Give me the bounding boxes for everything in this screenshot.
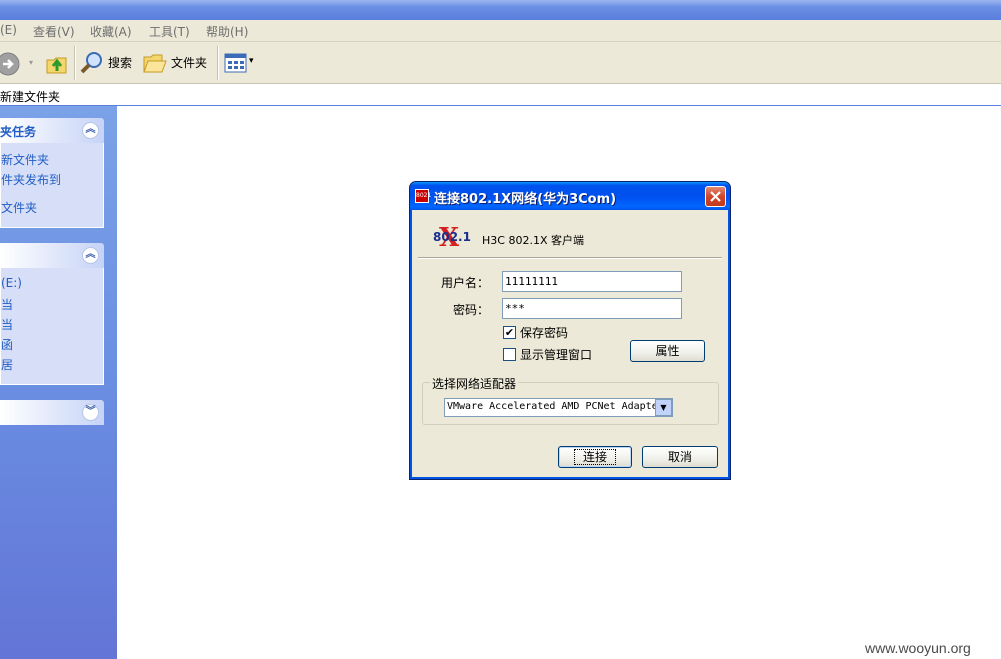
menu-view[interactable]: 查看(V) bbox=[33, 23, 75, 40]
menu-tools[interactable]: 工具(T) bbox=[149, 23, 190, 40]
other-places-body: (E:) 当 当 函 居 bbox=[0, 268, 104, 385]
place-link[interactable]: 当 bbox=[1, 296, 13, 313]
logo-number: 802.1 bbox=[433, 230, 471, 244]
place-link[interactable]: 当 bbox=[1, 316, 13, 333]
menu-edit[interactable]: (E) bbox=[0, 23, 17, 37]
dialog-title: 连接802.1X网络(华为3Com) bbox=[434, 192, 617, 207]
place-link-drive-e[interactable]: (E:) bbox=[1, 276, 22, 290]
file-folder-tasks-body: 新文件夹 件夹发布到 文件夹 bbox=[0, 143, 104, 228]
username-label: 用户名： bbox=[441, 276, 490, 290]
connect-button-label: 连接 bbox=[573, 449, 616, 465]
client-name: H3C 802.1X 客户端 bbox=[482, 234, 584, 247]
file-folder-tasks-header[interactable]: 夹任务 ︽ bbox=[0, 118, 104, 143]
up-folder-icon[interactable] bbox=[44, 50, 70, 76]
dialog-titlebar[interactable]: 8021 连接802.1X网络(华为3Com) bbox=[410, 182, 730, 210]
password-label: 密码： bbox=[453, 303, 490, 317]
username-input[interactable]: 11111111 bbox=[502, 271, 682, 292]
adapter-select[interactable]: VMware Accelerated AMD PCNet Adapter bbox=[444, 398, 673, 417]
task-pane-title: 夹任务 bbox=[0, 125, 37, 139]
collapse-chevron-icon[interactable]: ︽ bbox=[82, 122, 99, 139]
save-password-label: 保存密码 bbox=[520, 326, 569, 340]
toolbar: ▾ 搜索 文件夹 ▾ bbox=[0, 42, 1001, 84]
chevron-down-icon[interactable]: ▼ bbox=[655, 399, 672, 416]
show-admin-window-label: 显示管理窗口 bbox=[520, 348, 593, 362]
close-icon bbox=[710, 191, 721, 202]
task-link-publish-folder[interactable]: 件夹发布到 bbox=[1, 171, 61, 188]
password-input[interactable]: *** bbox=[502, 298, 682, 319]
search-button-label[interactable]: 搜索 bbox=[108, 54, 132, 71]
close-button[interactable] bbox=[705, 186, 726, 207]
task-link-new-folder[interactable]: 新文件夹 bbox=[1, 151, 49, 168]
8021x-logo: X 802.1 bbox=[433, 223, 471, 253]
address-bar: 新建文件夹 bbox=[0, 85, 1001, 106]
connect-button[interactable]: 连接 bbox=[558, 446, 632, 468]
menu-help[interactable]: 帮助(H) bbox=[206, 23, 248, 40]
watermark: www.wooyun.org bbox=[865, 640, 971, 656]
toolbar-separator bbox=[74, 46, 75, 80]
expand-chevron-icon[interactable]: ︾ bbox=[82, 404, 99, 421]
connect-dialog: 8021 连接802.1X网络(华为3Com) X 802.1 H3C 802.… bbox=[409, 181, 731, 480]
app-icon: 8021 bbox=[415, 189, 431, 203]
views-dropdown-icon[interactable]: ▾ bbox=[249, 56, 254, 66]
task-link-share-folder[interactable]: 文件夹 bbox=[1, 199, 37, 216]
folders-button-label[interactable]: 文件夹 bbox=[171, 54, 207, 71]
place-link[interactable]: 居 bbox=[1, 356, 13, 373]
divider bbox=[418, 257, 722, 259]
views-icon[interactable] bbox=[224, 52, 248, 74]
dialog-body: X 802.1 H3C 802.1X 客户端 用户名： 11111111 密码：… bbox=[413, 210, 727, 477]
cancel-button[interactable]: 取消 bbox=[642, 446, 718, 468]
menu-favorites[interactable]: 收藏(A) bbox=[90, 23, 132, 40]
forward-dropdown-icon[interactable]: ▾ bbox=[29, 58, 33, 67]
forward-icon[interactable] bbox=[0, 52, 20, 76]
properties-button[interactable]: 属性 bbox=[630, 340, 705, 362]
details-header[interactable]: ︾ bbox=[0, 400, 104, 425]
show-admin-window-checkbox[interactable] bbox=[503, 348, 516, 361]
other-places-header[interactable]: ︽ bbox=[0, 243, 104, 268]
search-icon[interactable] bbox=[79, 50, 105, 76]
adapter-group-label: 选择网络适配器 bbox=[430, 375, 519, 392]
save-password-checkbox[interactable]: ✔ bbox=[503, 326, 516, 339]
toolbar-separator bbox=[217, 46, 218, 80]
collapse-chevron-icon[interactable]: ︽ bbox=[82, 247, 99, 264]
task-pane: 夹任务 ︽ 新文件夹 件夹发布到 文件夹 ︽ (E:) 当 当 函 居 ︾ bbox=[0, 106, 117, 659]
address-text[interactable]: 新建文件夹 bbox=[0, 88, 60, 105]
place-link[interactable]: 函 bbox=[1, 336, 13, 353]
window-titlebar bbox=[0, 0, 1001, 20]
folders-icon[interactable] bbox=[142, 51, 168, 75]
menu-bar: (E) 查看(V) 收藏(A) 工具(T) 帮助(H) bbox=[0, 20, 1001, 42]
